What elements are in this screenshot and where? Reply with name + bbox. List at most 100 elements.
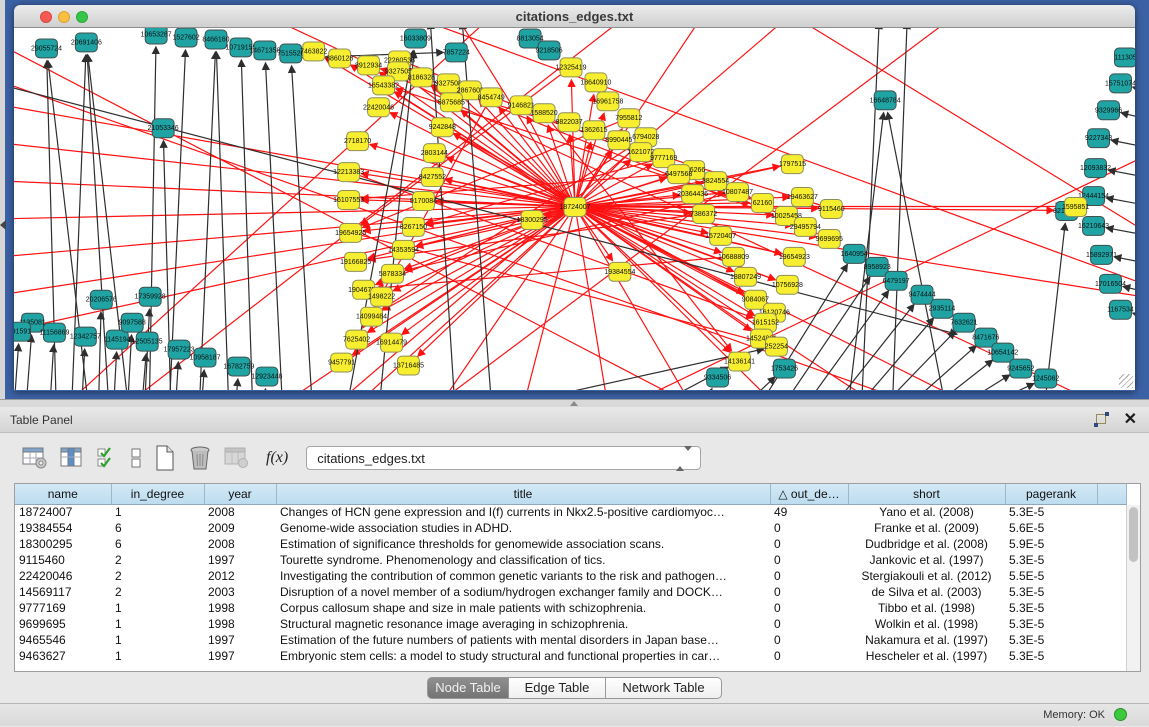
graph-node[interactable]: 16033809: [400, 29, 431, 48]
table-selector-dropdown[interactable]: citations_edges.txt: [306, 446, 701, 470]
graph-node[interactable]: 9218506: [535, 41, 562, 60]
graph-node[interactable]: 10688809: [718, 247, 749, 266]
close-panel-icon[interactable]: ✕: [1124, 409, 1137, 429]
tab-edge-table[interactable]: Edge Table: [509, 677, 606, 699]
graph-node[interactable]: 15751074: [1105, 74, 1135, 93]
graph-node[interactable]: 9227343: [1085, 129, 1112, 148]
table-scrollbar-thumb[interactable]: [1129, 507, 1138, 562]
graph-node[interactable]: 22420046: [363, 98, 394, 117]
column-header-year[interactable]: year: [204, 484, 276, 504]
graph-node[interactable]: 12093832: [1080, 159, 1111, 178]
graph-node[interactable]: 8912934: [355, 56, 382, 75]
delete-table-button[interactable]: [188, 445, 212, 471]
graph-node[interactable]: 9170084: [410, 192, 437, 211]
graph-node[interactable]: 19166825: [340, 252, 371, 271]
graph-node[interactable]: 1527602: [173, 28, 200, 47]
citation-graph[interactable]: 2905572420691406106532871527602846616010…: [14, 28, 1135, 390]
graph-node[interactable]: 16648784: [870, 91, 901, 110]
graph-node[interactable]: 9334506: [704, 368, 731, 387]
window-titlebar[interactable]: citations_edges.txt: [14, 5, 1135, 28]
graph-node[interactable]: 18724007: [559, 198, 590, 217]
graph-node[interactable]: 1640954: [841, 244, 868, 263]
graph-node[interactable]: 9329966: [1095, 101, 1122, 120]
tab-network-table[interactable]: Network Table: [606, 677, 722, 699]
graph-node[interactable]: 17359928: [135, 287, 166, 306]
graph-node[interactable]: 1245062: [1032, 369, 1059, 388]
graph-node[interactable]: 8454749: [478, 88, 505, 107]
graph-node[interactable]: 10653287: [141, 28, 172, 44]
import-table-button-disabled[interactable]: [224, 446, 250, 470]
graph-node[interactable]: 9115460: [818, 200, 845, 219]
table-row[interactable]: 1830029562008Estimation of significance …: [15, 536, 1126, 552]
graph-node[interactable]: 111305: [1114, 48, 1135, 67]
column-header-title[interactable]: title: [276, 484, 770, 504]
graph-node[interactable]: 1753426: [771, 359, 798, 378]
graph-node[interactable]: 8186328: [408, 68, 435, 87]
graph-node[interactable]: 10807487: [722, 183, 753, 202]
graph-node[interactable]: 11156869: [39, 323, 69, 342]
graph-node[interactable]: 10756928: [772, 275, 803, 294]
table-row[interactable]: 1872400712008Changes of HCN gene express…: [15, 504, 1126, 520]
table-row[interactable]: 977716911998Corpus callosum shape and si…: [15, 600, 1126, 616]
graph-node[interactable]: 12505135: [132, 332, 163, 351]
graph-node[interactable]: 13716485: [393, 356, 424, 375]
graph-node[interactable]: 9097588: [119, 313, 146, 332]
node-table[interactable]: namein_degreeyeartitle△ out_de…shortpage…: [14, 483, 1141, 672]
graph-node[interactable]: 2935114: [929, 299, 956, 318]
column-visibility-button[interactable]: [60, 446, 84, 470]
graph-node[interactable]: 8990445: [605, 131, 632, 150]
network-view[interactable]: 2905572420691406106532871527602846616010…: [14, 28, 1135, 390]
column-header-name[interactable]: name: [15, 484, 111, 504]
graph-node[interactable]: 1498222: [368, 287, 395, 306]
panel-splitter[interactable]: [0, 399, 1149, 407]
graph-node[interactable]: 17016504: [1095, 274, 1126, 293]
graph-node[interactable]: 3824554: [702, 172, 729, 191]
graph-node[interactable]: 12325419: [556, 58, 587, 77]
graph-node[interactable]: 62160: [752, 194, 774, 213]
graph-node[interactable]: 1167534: [1107, 300, 1134, 319]
graph-node[interactable]: 9457791: [328, 353, 355, 372]
window-resize-grip[interactable]: [1119, 374, 1133, 388]
graph-node[interactable]: 20364436: [677, 185, 708, 204]
graph-node[interactable]: 18640910: [580, 73, 611, 92]
graph-node[interactable]: 16210643: [1078, 216, 1109, 235]
graph-node[interactable]: 5875685: [438, 93, 465, 112]
float-panel-icon[interactable]: [1094, 412, 1109, 427]
graph-node[interactable]: 8860128: [326, 49, 353, 68]
graph-node[interactable]: 29495794: [790, 217, 821, 236]
graph-node[interactable]: 7955812: [615, 109, 642, 128]
graph-node[interactable]: 1145194: [104, 330, 131, 349]
graph-node[interactable]: 1595851: [1062, 198, 1089, 217]
graph-node[interactable]: 9699695: [816, 229, 843, 248]
column-header-short[interactable]: short: [848, 484, 1005, 504]
table-row[interactable]: 911546021997Tourette syndrome. Phenomeno…: [15, 552, 1126, 568]
table-row[interactable]: 946362711997Embryonic stem cells: a mode…: [15, 648, 1126, 664]
graph-node[interactable]: 1362615: [580, 121, 607, 140]
graph-node[interactable]: 14671358: [249, 41, 280, 60]
graph-node[interactable]: 15720407: [705, 226, 736, 245]
table-row[interactable]: 969969511998Structural magnetic resonanc…: [15, 616, 1126, 632]
graph-node[interactable]: 2718170: [344, 132, 371, 151]
table-mode-button[interactable]: [22, 446, 48, 470]
graph-node[interactable]: 12923448: [251, 367, 282, 386]
graph-node[interactable]: 19384554: [604, 262, 635, 281]
rows-button[interactable]: [130, 446, 142, 470]
graph-node[interactable]: 21053346: [148, 119, 179, 138]
column-header-in_degree[interactable]: in_degree: [111, 484, 204, 504]
table-row[interactable]: 1938455462009Genome-wide association stu…: [15, 520, 1126, 536]
graph-node[interactable]: 12342757: [70, 327, 101, 346]
graph-node[interactable]: 2803144: [421, 144, 448, 163]
function-builder-button[interactable]: f(x): [266, 449, 288, 467]
graph-node[interactable]: 391591: [14, 322, 31, 341]
graph-node[interactable]: 8822037: [555, 113, 582, 132]
graph-node[interactable]: 9245652: [1007, 359, 1034, 378]
graph-node[interactable]: 16914479: [376, 333, 407, 352]
graph-node[interactable]: 16782759: [223, 357, 254, 376]
graph-node[interactable]: 18807249: [730, 267, 761, 286]
graph-node[interactable]: 14099484: [356, 307, 387, 326]
graph-node[interactable]: 7463822: [300, 42, 327, 61]
graph-node[interactable]: 14353594: [388, 240, 419, 259]
graph-node[interactable]: 10958187: [190, 348, 221, 367]
graph-node[interactable]: 7386372: [690, 205, 717, 224]
graph-node[interactable]: 16107553: [333, 191, 364, 210]
